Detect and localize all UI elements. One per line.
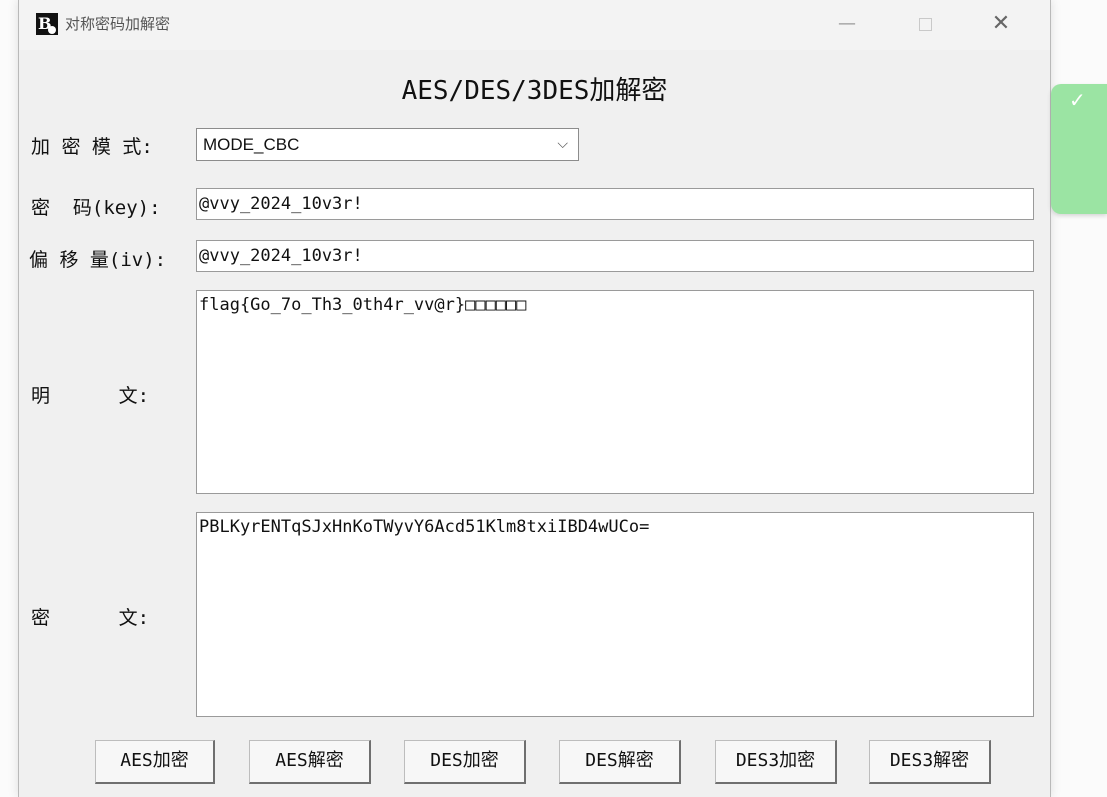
plaintext-textarea[interactable]: flag{Go_7o_Th3_0th4r_vv@r}□□□□□□ bbox=[196, 290, 1034, 494]
iv-label: 偏 移 量(iv): bbox=[29, 249, 167, 271]
mode-select[interactable]: MODE_CBC ⌵ bbox=[196, 128, 579, 161]
title-bar: B 对称密码加解密 — ✕ bbox=[19, 0, 1050, 50]
key-input[interactable]: @vvy_2024_10v3r! bbox=[196, 188, 1034, 220]
des-decrypt-button[interactable]: DES解密 bbox=[559, 740, 681, 784]
app-window: B 对称密码加解密 — ✕ AES/DES/3DES加解密 加 密 模 式: M… bbox=[18, 0, 1051, 797]
maximize-button[interactable] bbox=[905, 10, 945, 38]
check-icon: ✓ bbox=[1069, 88, 1086, 112]
des-encrypt-button[interactable]: DES加密 bbox=[404, 740, 526, 784]
page-title: AES/DES/3DES加解密 bbox=[401, 76, 668, 106]
iv-input[interactable]: @vvy_2024_10v3r! bbox=[196, 240, 1034, 272]
key-label: 密 码(key): bbox=[31, 197, 161, 219]
app-icon: B bbox=[36, 13, 58, 35]
aes-encrypt-button[interactable]: AES加密 bbox=[95, 740, 215, 784]
aes-decrypt-button[interactable]: AES解密 bbox=[249, 740, 371, 784]
des3-encrypt-button[interactable]: DES3加密 bbox=[715, 740, 837, 784]
ciphertext-textarea[interactable]: PBLKyrENTqSJxHnKoTWyvY6Acd51Klm8txiIBD4w… bbox=[196, 512, 1034, 717]
des3-decrypt-button[interactable]: DES3解密 bbox=[869, 740, 991, 784]
minimize-button[interactable]: — bbox=[827, 10, 867, 38]
notification-toast[interactable]: ✓ bbox=[1051, 84, 1107, 214]
maximize-icon bbox=[918, 18, 932, 31]
plaintext-label: 明 文: bbox=[31, 385, 150, 407]
close-button[interactable]: ✕ bbox=[981, 10, 1021, 38]
mode-select-value: MODE_CBC bbox=[203, 135, 300, 154]
chevron-down-icon: ⌵ bbox=[557, 135, 568, 151]
mode-label: 加 密 模 式: bbox=[31, 136, 153, 158]
window-title: 对称密码加解密 bbox=[65, 15, 171, 33]
ciphertext-label: 密 文: bbox=[31, 607, 150, 629]
